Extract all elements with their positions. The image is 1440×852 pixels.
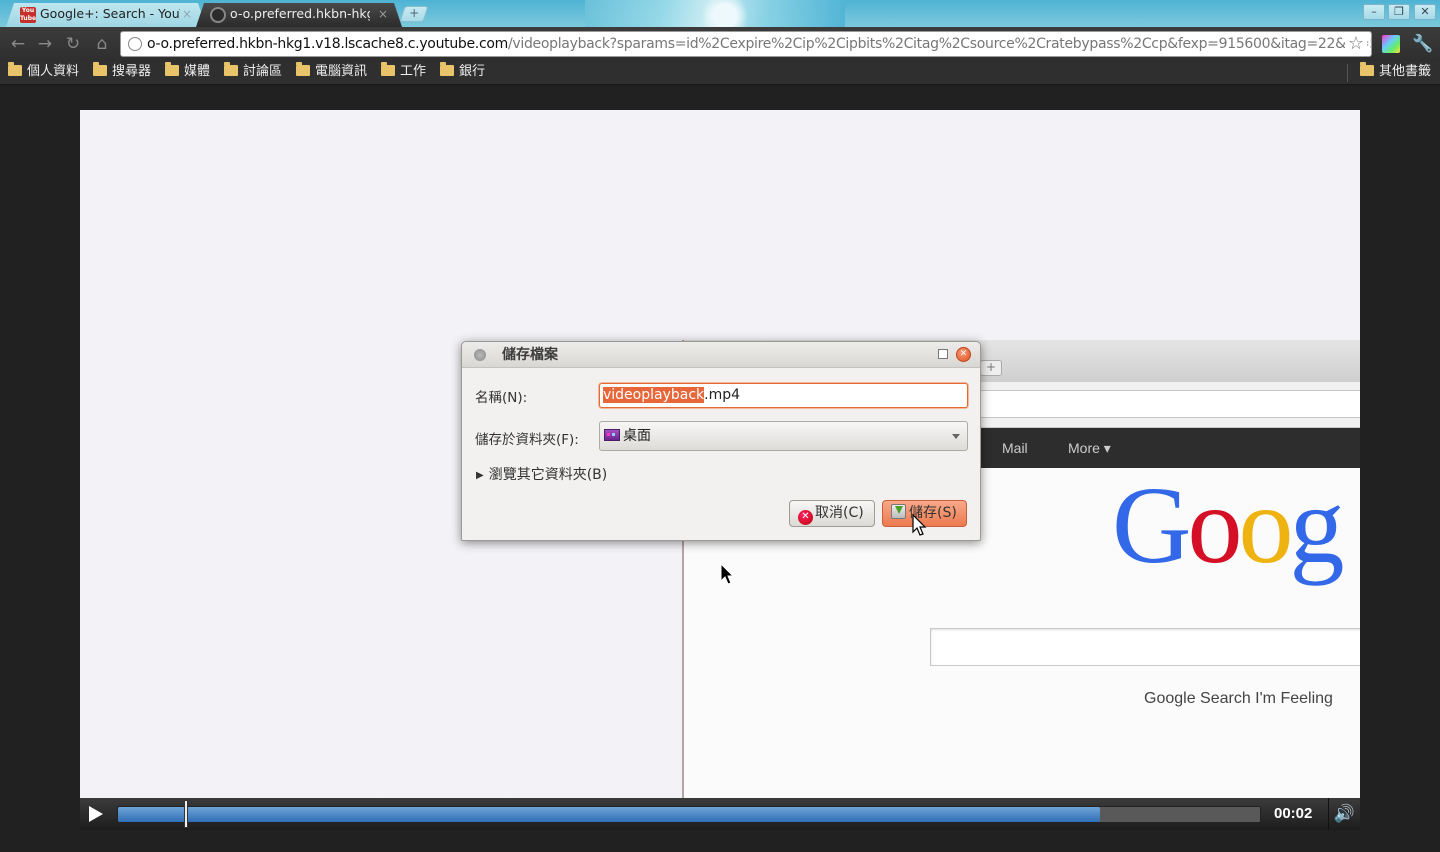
dialog-app-icon (474, 349, 486, 361)
desktop-icon (604, 429, 620, 441)
cancel-icon: ✕ (798, 510, 813, 525)
close-window-button[interactable]: ✕ (1414, 4, 1436, 20)
folder-value: 桌面 (623, 428, 651, 444)
name-label: 名稱(N): (475, 390, 528, 406)
video-controls: 00:02 🔊 (80, 798, 1360, 830)
tab-title: o-o.preferred.hkbn-hkg1.v18 (230, 6, 367, 21)
bookmark-other[interactable]: 其他書籤 (1360, 61, 1431, 85)
bookmark-folder[interactable]: 討論區 (224, 61, 282, 85)
cancel-button[interactable]: ✕ 取消(C) (789, 500, 875, 527)
bookmark-folder[interactable]: 銀行 (440, 61, 485, 85)
address-bar[interactable]: o-o.preferred.hkbn-hkg1.v18.lscache8.c.y… (120, 31, 1372, 57)
filename-input[interactable]: videoplayback.mp4 (599, 383, 968, 408)
url-text: o-o.preferred.hkbn-hkg1.v18.lscache8.c.y… (147, 32, 1372, 56)
bookmark-folder[interactable]: 工作 (381, 61, 426, 85)
video-new-tab-icon: + (980, 360, 1002, 376)
browse-folders-expander[interactable]: ▶ 瀏覽其它資料夾(B) (476, 464, 607, 484)
logo-letter: g (1289, 464, 1344, 586)
bookmark-label: 其他書籤 (1379, 64, 1432, 79)
expander-triangle-icon: ▶ (476, 470, 484, 481)
save-file-dialog: 儲存檔案 ✕ 名稱(N): videoplayback.mp4 儲存於資料夾(F… (461, 341, 981, 541)
save-icon (891, 504, 906, 519)
back-button[interactable]: ← (8, 34, 28, 54)
bookmark-label: 搜尋器 (112, 64, 152, 79)
video-address-bar (974, 390, 1360, 418)
url-host: o-o.preferred.hkbn-hkg1.v18.lscache8.c.y… (147, 36, 508, 52)
browser-window: YouTube Google+: Search - YouTube × o-o.… (0, 0, 1440, 852)
play-button[interactable] (80, 798, 110, 830)
bookmark-label: 電腦資訊 (315, 64, 368, 79)
filename-extension: .mp4 (704, 387, 741, 403)
toolbar: ← → ↻ ⌂ o-o.preferred.hkbn-hkg1.v18.lsca… (0, 27, 1440, 61)
folder-icon (440, 62, 454, 76)
dialog-titlebar[interactable]: 儲存檔案 ✕ (462, 342, 980, 368)
folder-label: 儲存於資料夾(F): (475, 432, 579, 448)
bookmark-label: 討論區 (243, 64, 283, 79)
tab-title: Google+: Search - YouTube (40, 6, 180, 21)
dialog-title: 儲存檔案 (502, 347, 558, 363)
video-more-link: More ▾ (1068, 440, 1111, 456)
folder-icon (165, 62, 179, 76)
chevron-down-icon (952, 434, 960, 439)
video-search-box (930, 628, 1360, 666)
new-tab-button[interactable]: + (399, 6, 429, 22)
wrench-icon[interactable]: 🔧 (1412, 34, 1433, 54)
bookmark-label: 銀行 (459, 64, 486, 79)
logo-letter: o (1187, 464, 1242, 586)
folder-icon (1360, 62, 1374, 76)
folder-icon (296, 62, 310, 76)
bookmark-folder[interactable]: 個人資料 (8, 61, 79, 85)
logo-letter: o (1238, 464, 1293, 586)
folder-icon (8, 62, 22, 76)
bookmark-separator (1347, 64, 1348, 82)
tab-strip: YouTube Google+: Search - YouTube × o-o.… (0, 0, 1440, 27)
tab-videoplayback[interactable]: o-o.preferred.hkbn-hkg1.v18 × (196, 3, 402, 27)
video-mouse-pointer-icon (720, 563, 735, 585)
globe-icon (128, 37, 142, 51)
minimize-button[interactable]: – (1363, 4, 1385, 20)
bookmark-star-icon[interactable]: ☆ (1345, 33, 1367, 55)
folder-icon (224, 62, 238, 76)
bookmark-folder[interactable]: 媒體 (165, 61, 210, 85)
bookmark-folder[interactable]: 搜尋器 (93, 61, 151, 85)
forward-button[interactable]: → (35, 34, 55, 54)
bookmarks-bar: 個人資料 搜尋器 媒體 討論區 電腦資訊 工作 銀行 其他書籤 (0, 61, 1440, 85)
tab-youtube-search[interactable]: YouTube Google+: Search - YouTube × (6, 3, 206, 27)
browse-label: 瀏覽其它資料夾(B) (488, 467, 608, 483)
theme-artwork-highlight (690, 0, 760, 27)
close-tab-icon[interactable]: × (378, 3, 388, 25)
bookmark-folder[interactable]: 電腦資訊 (296, 61, 367, 85)
mouse-pointer-icon (912, 514, 927, 536)
url-path: /videoplayback?sparams=id%2Cexpire%2Cip%… (507, 36, 1372, 52)
video-mail-link: Mail (1002, 440, 1028, 456)
maximize-button[interactable]: ❐ (1388, 4, 1410, 20)
volume-icon[interactable]: 🔊 (1328, 798, 1360, 830)
dialog-maximize-button[interactable] (938, 349, 948, 359)
folder-dropdown[interactable]: 桌面 (599, 421, 968, 451)
youtube-icon: You Tube (20, 7, 37, 22)
home-button[interactable]: ⌂ (92, 34, 112, 54)
loading-icon (210, 7, 226, 23)
cancel-label: 取消(C) (815, 505, 864, 521)
seek-progress (118, 807, 1101, 822)
folder-icon (93, 62, 107, 76)
reload-button[interactable]: ↻ (63, 34, 83, 54)
dialog-close-button[interactable]: ✕ (956, 347, 971, 362)
video-google-logo: Goog (1112, 470, 1344, 580)
folder-icon (381, 62, 395, 76)
bookmark-label: 媒體 (184, 64, 211, 79)
extension-icon[interactable] (1382, 35, 1400, 53)
logo-letter: G (1112, 464, 1191, 586)
bookmark-label: 工作 (400, 64, 427, 79)
bookmark-label: 個人資料 (27, 64, 80, 79)
time-display: 00:02 (1274, 805, 1313, 822)
close-tab-icon[interactable]: × (182, 3, 192, 25)
video-search-buttons: Google Search I'm Feeling (1144, 690, 1333, 707)
seek-bar[interactable] (117, 806, 1261, 823)
text-cursor-icon (183, 800, 188, 828)
filename-selected-text: videoplayback (603, 387, 705, 403)
